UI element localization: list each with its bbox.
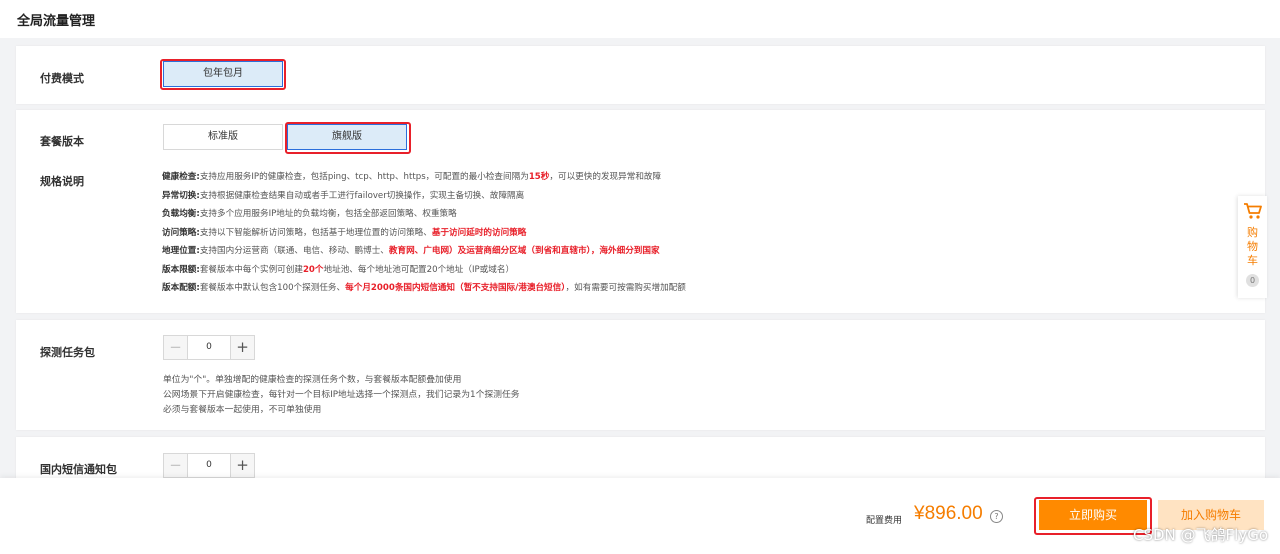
spec-line: 版本限额:套餐版本中每个实例可创建20个地址池、每个地址池可配置20个地址（IP… xyxy=(162,264,514,276)
floating-cart[interactable]: 购 物 车 0 xyxy=(1238,196,1267,298)
help-icon[interactable]: ? xyxy=(990,510,1003,523)
probe-note-2: 公网场景下开启健康检查，每针对一个目标IP地址选择一个探测点，我们记录为1个探测… xyxy=(163,390,520,400)
order-footer: 配置费用 ¥896.00 ? 立即购买 加入购物车 xyxy=(0,478,1280,554)
floating-cart-label: 购 物 车 xyxy=(1247,226,1258,267)
spec-line-text: 套餐版本中每个实例可创建 xyxy=(199,265,303,275)
spec-line-text: ，可以更快的发现异常和故障 xyxy=(549,172,662,182)
spec-line-text: 支持应用服务IP的健康检查，包括ping、tcp、http、https，可配置的… xyxy=(199,172,529,182)
spec-line: 版本配额:套餐版本中默认包含100个探测任务、每个月2000条国内短信通知（暂不… xyxy=(162,282,686,294)
sms-stepper[interactable]: − 0 + xyxy=(163,453,255,478)
spec-line-text: ，如有需要可按需购买增加配额 xyxy=(565,283,686,293)
billing-option-annual[interactable]: 包年包月 xyxy=(163,61,283,87)
spec-line-text: 地址池、每个地址池可配置20个地址（IP或域名） xyxy=(323,265,515,275)
spec-line-key: 负载均衡: xyxy=(162,209,200,219)
spec-line-text: 支持多个应用服务IP地址的负载均衡，包括全部返回策略、权重策略 xyxy=(199,209,457,219)
sms-plus-button[interactable]: + xyxy=(230,454,254,477)
fee-value: ¥896.00 xyxy=(914,503,983,524)
spec-line-highlight: 20个 xyxy=(302,265,324,275)
spec-label: 规格说明 xyxy=(40,175,84,188)
spec-line-text: 套餐版本中默认包含100个探测任务、 xyxy=(199,283,346,293)
page-header: 全局流量管理 xyxy=(0,0,1280,38)
spec-line-text: 支持以下智能解析访问策略，包括基于地理位置的访问策略、 xyxy=(199,228,432,238)
fee-label: 配置费用 xyxy=(866,516,903,526)
spec-line: 地理位置:支持国内分运营商（联通、电信、移动、鹏博士、教育网、广电网）及运营商细… xyxy=(162,245,660,257)
spec-line-text: 支持国内分运营商（联通、电信、移动、鹏博士、 xyxy=(199,246,389,256)
edition-option-standard[interactable]: 标准版 xyxy=(163,124,283,150)
spec-line: 异常切换:支持根据健康检查结果自动或者手工进行failover切换操作，实现主备… xyxy=(162,190,524,202)
probe-note-3: 必须与套餐版本一起使用，不可单独使用 xyxy=(163,405,322,415)
sms-label: 国内短信通知包 xyxy=(40,463,117,476)
spec-line: 访问策略:支持以下智能解析访问策略，包括基于地理位置的访问策略、基于访问延时的访… xyxy=(162,227,526,239)
spec-line: 健康检查:支持应用服务IP的健康检查，包括ping、tcp、http、https… xyxy=(162,171,661,183)
probe-label: 探测任务包 xyxy=(40,346,95,359)
spec-line-highlight: 教育网、广电网）及运营商细分区域（到省和直辖市），海外细分到国家 xyxy=(388,246,660,256)
cart-count-badge: 0 xyxy=(1246,274,1259,287)
sms-quantity-value[interactable]: 0 xyxy=(188,454,230,477)
probe-minus-button[interactable]: − xyxy=(164,336,188,359)
billing-label: 付费模式 xyxy=(40,72,84,85)
shopping-cart-icon xyxy=(1244,203,1262,219)
probe-note-1: 单位为"个"。单独增配的健康检查的探测任务个数，与套餐版本配额叠加使用 xyxy=(163,375,462,385)
spec-line-key: 版本限额: xyxy=(162,265,200,275)
spec-line-key: 版本配额: xyxy=(162,283,200,293)
spec-line-key: 地理位置: xyxy=(162,246,200,256)
page-title: 全局流量管理 xyxy=(17,14,96,29)
edition-option-flagship[interactable]: 旗舰版 xyxy=(287,124,407,150)
spec-line-highlight: 每个月2000条国内短信通知（暂不支持国际/港澳台短信） xyxy=(345,283,566,293)
probe-quantity-value[interactable]: 0 xyxy=(188,336,230,359)
spec-line: 负载均衡:支持多个应用服务IP地址的负载均衡，包括全部返回策略、权重策略 xyxy=(162,208,457,220)
watermark: CSDN @飞鸽FlyGo xyxy=(1133,526,1269,544)
probe-plus-button[interactable]: + xyxy=(230,336,254,359)
sms-minus-button[interactable]: − xyxy=(164,454,188,477)
spec-line-text: 支持根据健康检查结果自动或者手工进行failover切换操作，实现主备切换、故障… xyxy=(199,191,525,201)
spec-line-key: 健康检查: xyxy=(162,172,200,182)
edition-label: 套餐版本 xyxy=(40,135,84,148)
probe-stepper[interactable]: − 0 + xyxy=(163,335,255,360)
spec-line-key: 访问策略: xyxy=(162,228,200,238)
spec-line-key: 异常切换: xyxy=(162,191,200,201)
spec-line-highlight: 15秒 xyxy=(528,172,550,182)
spec-line-highlight: 基于访问延时的访问策略 xyxy=(431,228,527,238)
billing-section: 付费模式 包年包月 xyxy=(16,46,1265,104)
buy-now-button[interactable]: 立即购买 xyxy=(1039,500,1147,530)
